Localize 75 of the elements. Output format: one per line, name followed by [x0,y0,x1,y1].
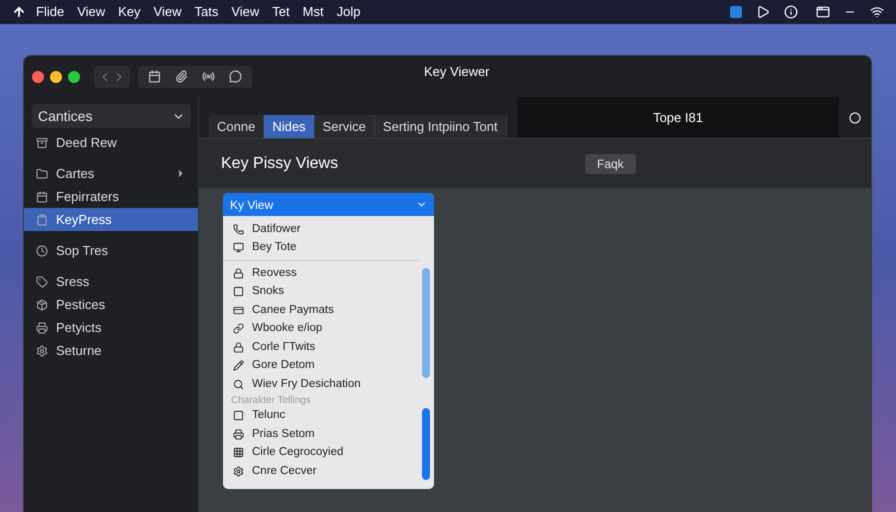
section-label: Charakter Tellings [230,394,312,406]
sidebar-item[interactable]: Petyicts [24,316,198,339]
monitor-icon [233,242,244,254]
menu-item[interactable]: View [154,2,182,22]
section-title: Key Pissy Views [221,154,340,174]
clock-icon [36,244,48,256]
menu-option[interactable]: Datifower [223,220,420,238]
phone-icon [233,224,244,235]
menu-option[interactable]: Reovess [223,264,420,282]
printer-icon [233,428,244,440]
sidebar-item[interactable]: Cartes [24,162,198,185]
square-icon [233,286,244,298]
scrollbar-thumb [422,408,430,480]
sidebar-item[interactable]: Pestices [24,293,198,316]
document-icon [36,214,48,226]
card-icon [233,304,244,316]
sidebar-item[interactable]: Sress [24,270,198,293]
sidebar-item[interactable]: Fepirraters [24,185,198,208]
info-icon[interactable] [784,5,798,19]
square-icon [233,410,244,422]
menu-item[interactable]: View [231,2,260,22]
chat-icon[interactable] [229,70,242,83]
link-icon [233,323,244,334]
search-icon [233,378,244,390]
menu-item[interactable]: Mst [302,2,324,22]
folder-icon [36,168,48,180]
pencil-icon [233,360,244,372]
gear-icon [233,466,244,477]
calendar-icon [36,190,48,202]
tab[interactable]: Nides [264,115,315,138]
system-icon[interactable] [12,5,26,19]
menu-option[interactable]: Telunc [223,406,420,425]
menu-option[interactable]: Corle ΓTwits [223,338,420,356]
dropdown-header[interactable]: Ky View [223,193,434,216]
wifi-icon[interactable] [870,5,884,19]
menu-option[interactable]: Gore Detom [223,356,420,375]
sidebar-dropdown[interactable]: Cantices [32,104,191,128]
menu-item[interactable]: View [77,2,106,22]
menu-option[interactable]: Cirle Cegrocoyied [223,444,420,462]
menu-item[interactable]: Key [118,2,141,22]
menu-item[interactable]: Tet [272,2,290,22]
lock-icon [233,268,244,279]
signal-icon[interactable] [202,70,215,83]
action-button[interactable]: Faqk [585,154,636,174]
grid-icon [233,447,244,458]
minimize-button[interactable] [50,70,62,82]
box-icon [36,298,48,310]
menu-option[interactable]: Cnre Cecver [223,462,420,480]
window-title: Key Viewer [424,63,490,81]
window-icon[interactable] [816,5,830,19]
menu-option[interactable]: Wiev Fry Desichation [223,375,420,394]
circle-icon[interactable] [849,112,861,124]
menu-item[interactable]: Jolp [336,2,360,22]
menu-option[interactable]: Snoks [223,282,420,301]
sidebar-item[interactable]: KeyPress [24,208,198,231]
menu-option[interactable]: Canee Paymats [223,301,420,320]
menu-item[interactable]: Flide [36,2,64,22]
archive-icon [36,136,48,148]
printer-icon [36,322,48,334]
menu-option[interactable]: Prias Setom [223,425,420,444]
lock-icon [233,342,244,353]
menu-option[interactable]: Wbooke e/iop [223,320,420,338]
sidebar-item[interactable]: Seturne [24,339,198,362]
sidebar-item[interactable]: Sop Tres [24,239,198,262]
gear-icon [36,344,48,356]
calendar-icon[interactable] [148,70,161,83]
panel-title: Tope I81 [653,108,703,127]
tag-icon [36,276,48,288]
sidebar-item[interactable]: Deed Rew [24,131,198,154]
zoom-button[interactable] [68,70,80,82]
menu-item[interactable]: Tats [194,2,218,22]
close-button[interactable] [32,70,44,82]
menu-option[interactable]: Bey Tote [223,238,420,257]
paperclip-icon[interactable] [175,70,188,83]
play-icon[interactable] [756,5,770,19]
